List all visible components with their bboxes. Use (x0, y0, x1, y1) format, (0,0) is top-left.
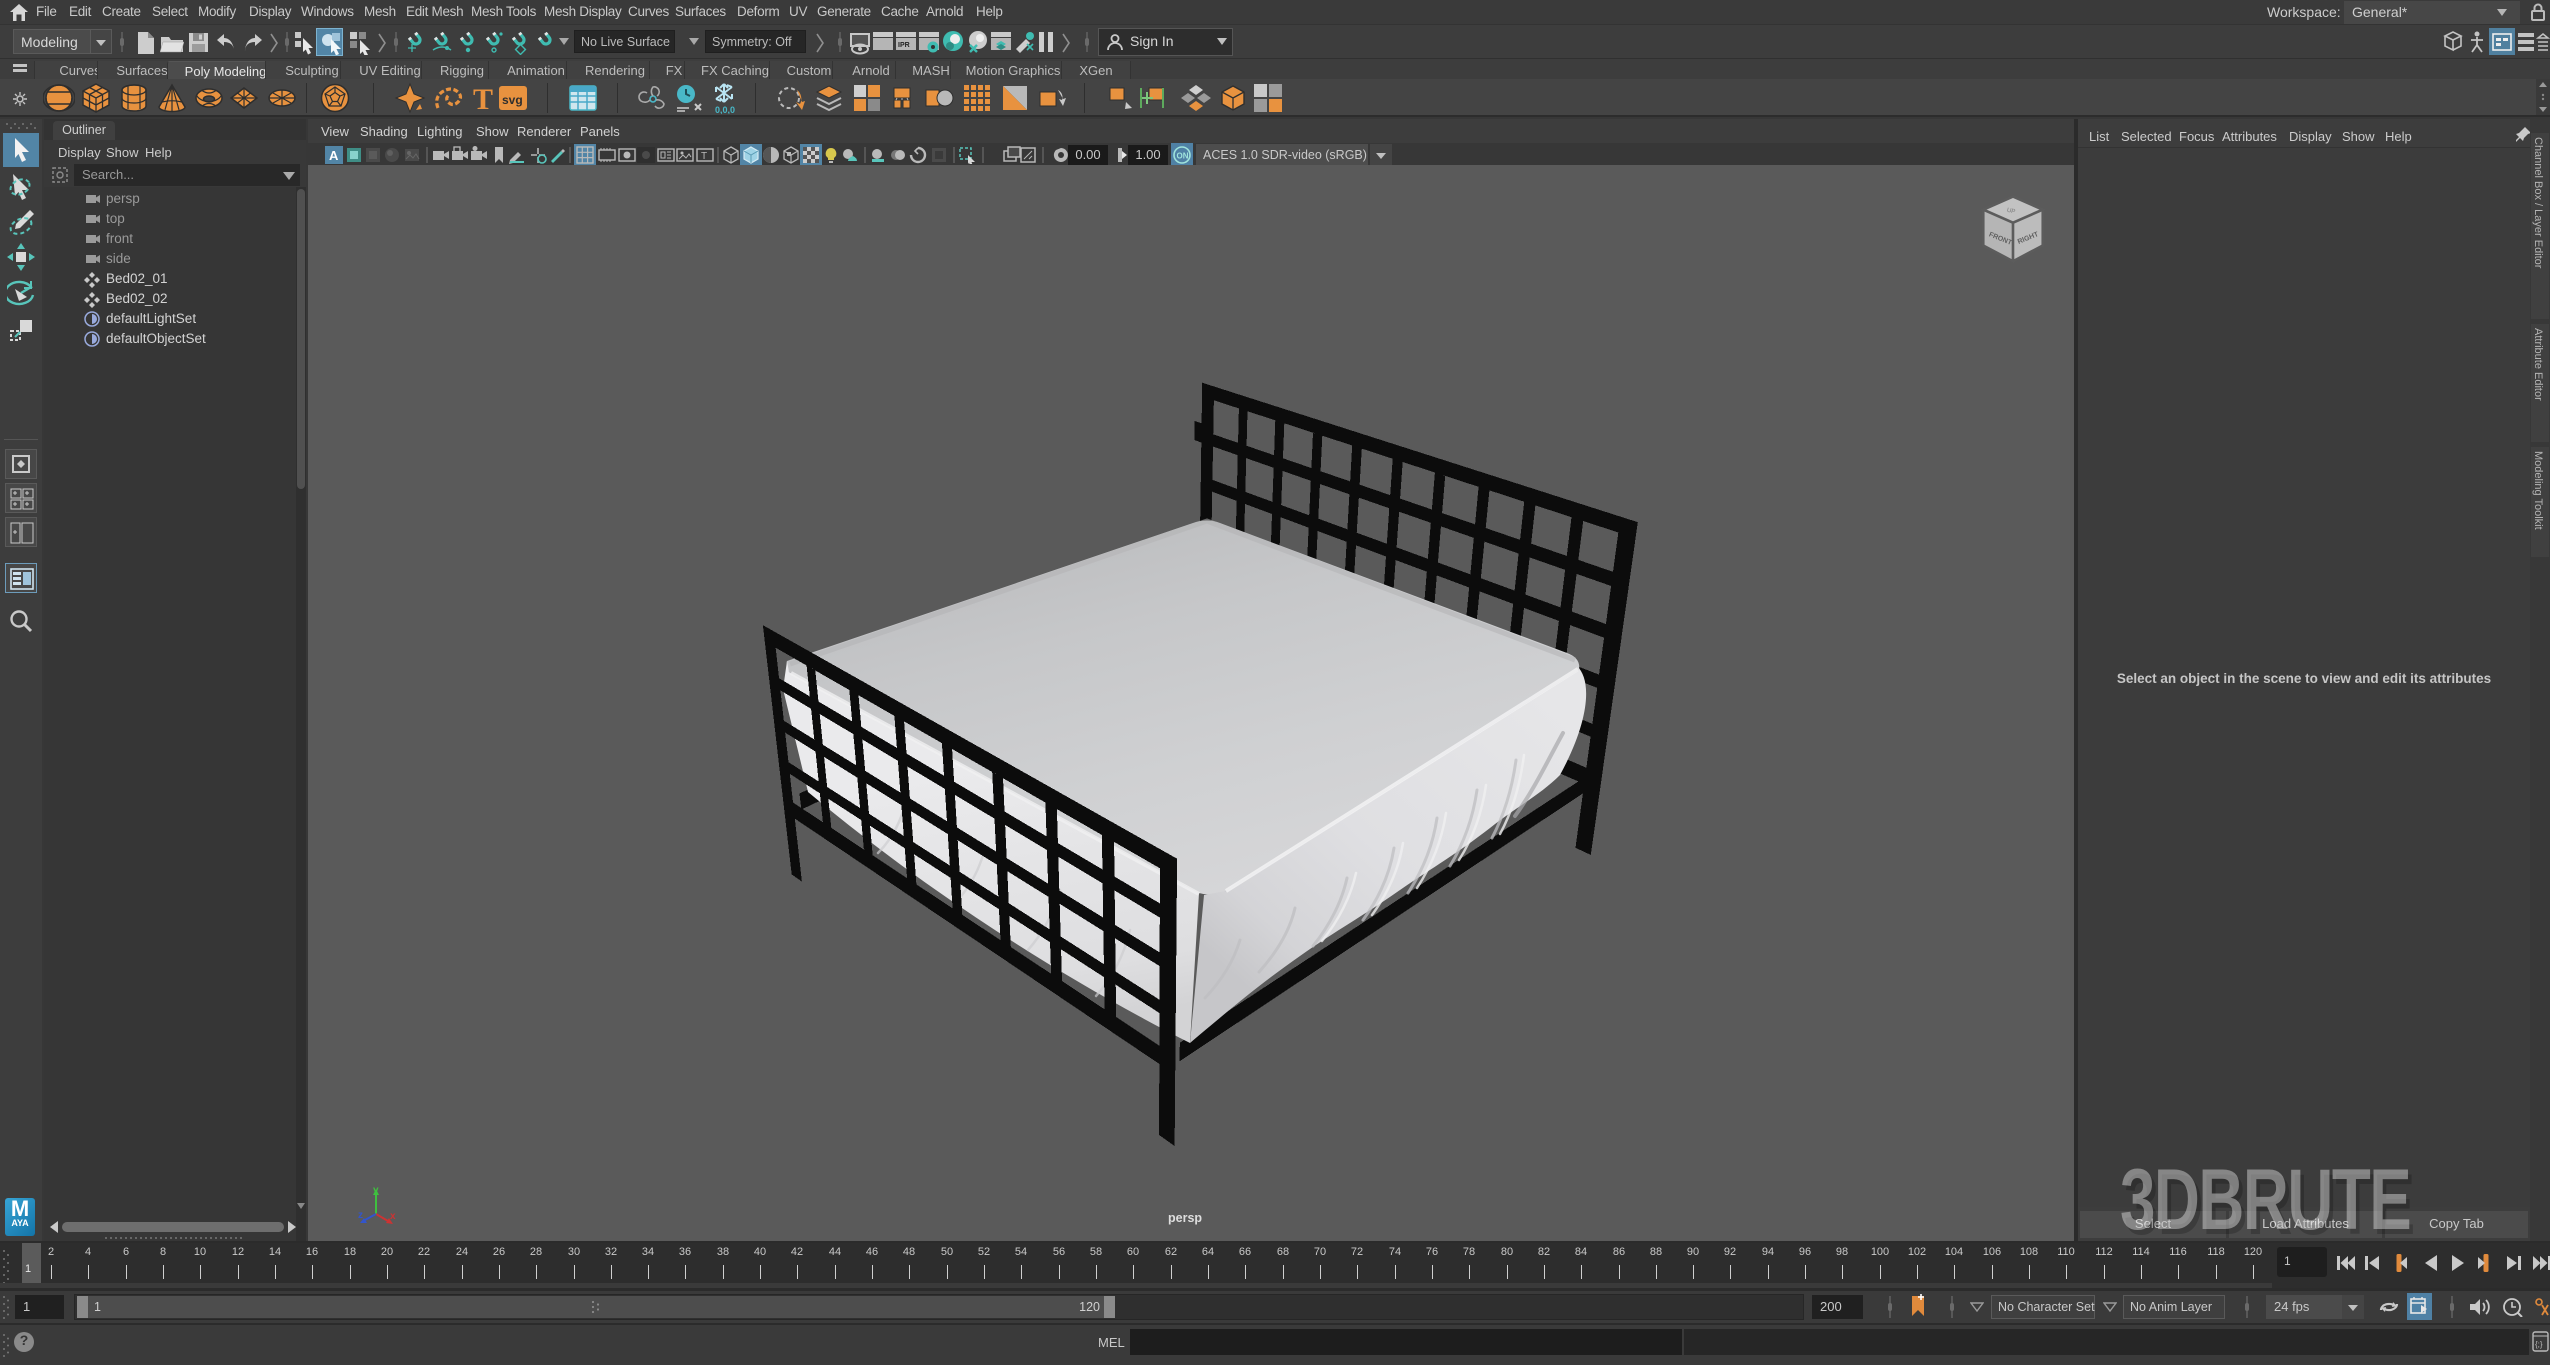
svg-text:{;}: {;} (2535, 1340, 2543, 1349)
svg-text:y: y (373, 1185, 379, 1196)
svg-text:ON: ON (1177, 152, 1189, 161)
svg-text:z: z (358, 1210, 363, 1221)
svg-text:T: T (701, 151, 707, 162)
svg-text:svg: svg (502, 93, 523, 107)
svg-text:0,0,0: 0,0,0 (715, 105, 735, 114)
svg-text:A: A (329, 148, 339, 163)
svg-text:x: x (390, 1211, 396, 1222)
svg-text:IPR: IPR (898, 42, 910, 49)
svg-text:T: T (473, 83, 493, 114)
